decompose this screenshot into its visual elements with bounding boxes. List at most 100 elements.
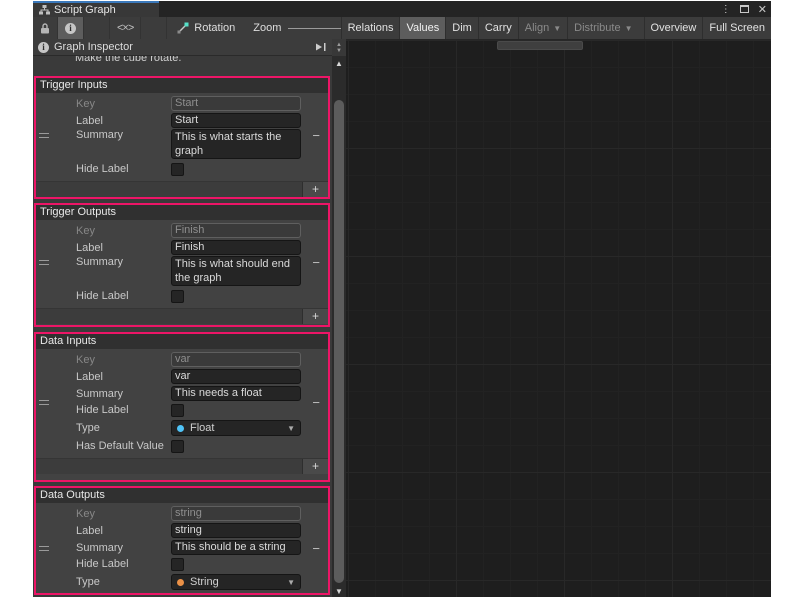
field-control xyxy=(171,404,301,417)
text-field[interactable]: Start xyxy=(171,113,301,128)
close-icon[interactable]: ✕ xyxy=(758,3,767,16)
field-label: Hide Label xyxy=(36,404,171,416)
field-control: Float▼ xyxy=(171,420,301,436)
add-item-button[interactable]: + xyxy=(302,459,328,474)
titlebar: Script Graph ⋮ ✕ xyxy=(33,1,771,17)
tab-script-graph[interactable]: Script Graph xyxy=(33,1,159,17)
value-preview-icon: <×> xyxy=(117,22,133,34)
field-label: Key xyxy=(36,508,171,520)
checkbox-unchecked[interactable] xyxy=(171,440,184,453)
text-field[interactable]: This should be a string xyxy=(171,540,301,555)
field-row: KeyStart xyxy=(36,95,328,112)
info-icon: i xyxy=(38,42,49,53)
script-graph-icon xyxy=(39,5,50,15)
checkbox-unchecked[interactable] xyxy=(171,558,184,571)
lock-button[interactable] xyxy=(33,17,58,39)
remove-item-button[interactable]: − xyxy=(312,128,320,144)
scroll-up-arrow-icon[interactable]: ▲ xyxy=(332,59,346,68)
rotation-node-icon xyxy=(177,22,189,34)
text-field[interactable]: Finish xyxy=(171,240,301,255)
field-label: Label xyxy=(36,371,171,383)
remove-item-button[interactable]: − xyxy=(312,255,320,271)
reorder-handle-icon[interactable] xyxy=(39,400,49,408)
field-control: Start xyxy=(171,96,301,111)
toolbar-button-carry[interactable]: Carry xyxy=(478,17,518,39)
field-label: Summary xyxy=(36,542,171,554)
toolbar-button-full-screen[interactable]: Full Screen xyxy=(702,17,771,39)
field-control: var xyxy=(171,369,301,384)
field-row: Labelstring xyxy=(36,522,328,539)
value-preview-button[interactable]: <×> xyxy=(110,17,141,39)
toolbar-right-buttons: Relations ValuesDimCarryAlign▼Distribute▼… xyxy=(341,17,771,39)
toolbar-button-relations[interactable]: Relations xyxy=(341,17,400,39)
field-row: Hide Label xyxy=(36,161,328,177)
toolbar-button-label: Align xyxy=(525,22,549,34)
toolbar-button-dim[interactable]: Dim xyxy=(445,17,478,39)
checkbox-unchecked[interactable] xyxy=(171,163,184,176)
text-field[interactable]: string xyxy=(171,523,301,538)
toolbar-button-overview[interactable]: Overview xyxy=(644,17,703,39)
info-toggle-button[interactable]: i xyxy=(58,17,84,39)
type-dropdown[interactable]: String▼ xyxy=(171,574,301,590)
lock-icon xyxy=(40,23,50,34)
graph-canvas[interactable] xyxy=(346,40,771,597)
summary-textarea[interactable]: This is what starts the graph xyxy=(171,129,301,159)
scroll-stepper[interactable]: ▲ ▼ xyxy=(332,39,346,56)
toolbar-button-align[interactable]: Align▼ xyxy=(518,17,567,39)
inspector-section-trigger-inputs: Trigger InputsKeyStartLabelStartSummaryT… xyxy=(34,76,330,199)
checkbox-unchecked[interactable] xyxy=(171,404,184,417)
add-item-button[interactable]: + xyxy=(302,309,328,324)
reorder-handle-icon[interactable] xyxy=(39,260,49,268)
maximize-icon[interactable] xyxy=(740,5,749,13)
field-label: Has Default Value xyxy=(36,440,171,452)
text-field[interactable]: var xyxy=(171,369,301,384)
info-icon: i xyxy=(65,23,76,34)
zoom-label: Zoom xyxy=(253,22,281,34)
field-label: Key xyxy=(36,354,171,366)
field-row: SummaryThis should be a string xyxy=(36,539,328,556)
window-menu-icon[interactable]: ⋮ xyxy=(721,4,731,15)
rotation-indicator: Rotation xyxy=(167,22,245,34)
checkbox-unchecked[interactable] xyxy=(171,290,184,303)
scroll-down-arrow-icon[interactable]: ▼ xyxy=(332,587,346,596)
toolbar-button-distribute[interactable]: Distribute▼ xyxy=(567,17,638,39)
field-label: Type xyxy=(36,576,171,588)
field-label: Label xyxy=(36,525,171,537)
type-dropdown-value: Float xyxy=(190,422,214,434)
field-label: Key xyxy=(36,98,171,110)
field-control: This should be a string xyxy=(171,540,301,555)
inspector-scrollbar[interactable]: ▲ ▼ ▲ ▼ xyxy=(332,39,346,597)
section-footer: + xyxy=(36,308,328,324)
inspector-section-data-outputs: Data OutputsKeystringLabelstringSummaryT… xyxy=(34,486,330,595)
toolbar-button-label: Relations xyxy=(348,22,394,34)
toolbar-button-label: Full Screen xyxy=(709,22,765,34)
reorder-handle-icon[interactable] xyxy=(39,133,49,141)
key-field: Start xyxy=(171,96,301,111)
remove-item-button[interactable]: − xyxy=(312,395,320,411)
field-row: SummaryThis is what starts the graph xyxy=(36,129,328,161)
text-field[interactable]: This needs a float xyxy=(171,386,301,401)
expand-panel-button[interactable] xyxy=(314,42,327,52)
field-label: Hide Label xyxy=(36,163,171,175)
scrollbar-thumb[interactable] xyxy=(334,100,344,583)
toolbar-button-label: Distribute xyxy=(574,22,620,34)
remove-item-button[interactable]: − xyxy=(312,541,320,557)
toolbar-button-values[interactable]: Values xyxy=(399,17,445,39)
field-row: Hide Label xyxy=(36,556,328,572)
field-row: Hide Label xyxy=(36,402,328,418)
field-row: TypeFloat▼ xyxy=(36,418,328,438)
section-footer: + xyxy=(36,458,328,474)
toolbar-spacer xyxy=(141,17,167,39)
summary-textarea[interactable]: This is what should end the graph xyxy=(171,256,301,286)
section-fields: KeyFinishLabelFinishSummaryThis is what … xyxy=(36,222,328,304)
field-label: Hide Label xyxy=(36,290,171,302)
section-header: Data Outputs xyxy=(36,488,328,503)
reorder-handle-icon[interactable] xyxy=(39,546,49,554)
field-control xyxy=(171,290,301,303)
graph-inspector-title: Graph Inspector xyxy=(54,41,133,53)
field-row: Hide Label xyxy=(36,288,328,304)
type-color-dot xyxy=(177,425,184,432)
type-dropdown[interactable]: Float▼ xyxy=(171,420,301,436)
field-row: TypeString▼ xyxy=(36,572,328,592)
add-item-button[interactable]: + xyxy=(302,182,328,197)
